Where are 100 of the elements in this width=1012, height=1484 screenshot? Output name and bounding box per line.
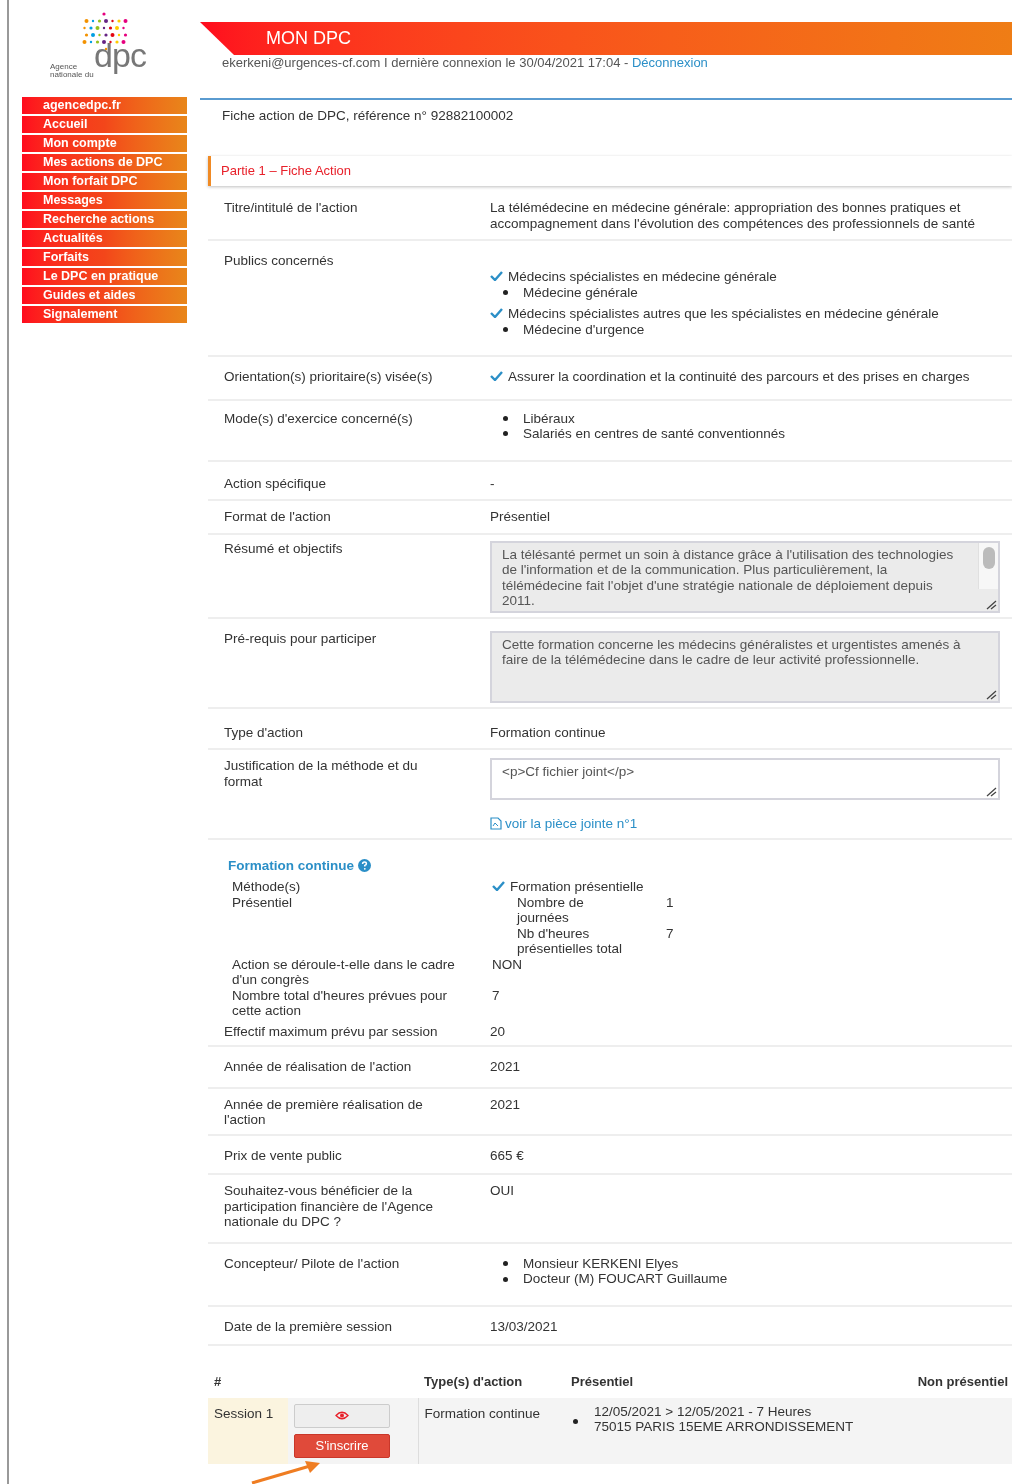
resize-grip-icon[interactable] xyxy=(985,787,997,797)
detail-label: Nombre de journées xyxy=(517,894,585,926)
field-label: Concepteur/ Pilote de l'action xyxy=(224,1255,401,1273)
field-label: Action spécifique xyxy=(224,475,328,491)
table-cell: Session 1 xyxy=(208,1397,288,1464)
table-cell: Formation continue xyxy=(418,1397,561,1464)
session-detail: 75015 PARIS 15EME ARRONDISSEMENT xyxy=(594,1418,854,1434)
field-label: Année de réalisation de l'action xyxy=(224,1059,413,1075)
field-label: Format de l'action xyxy=(224,509,332,525)
field-value: - xyxy=(490,475,496,491)
field-label: Souhaitez-vous bénéficier de la participation financière de l'Agence nationale du DPC ? xyxy=(224,1183,434,1230)
list-item: Libéraux xyxy=(523,410,575,426)
resize-grip-icon[interactable] xyxy=(985,689,997,700)
detail-label: Nb d'heures présentielles total xyxy=(517,925,624,957)
column-header: Présentiel xyxy=(561,1372,902,1398)
bullet-icon xyxy=(503,326,508,332)
field-label: Mode(s) d'exercice concerné(s) xyxy=(224,410,414,428)
field-value: La télémédecine en médecine générale: appropriation des bonnes pratiques et accompagnement dans l'évolution des compétences des professionnels de santé xyxy=(490,200,977,231)
nav-link[interactable]: Guides et aides xyxy=(22,287,187,304)
subsection-title: Formation continue xyxy=(228,857,354,874)
list-item: Médecine d'urgence xyxy=(523,321,645,337)
user-info: ekerkeni@urgences-cf.com I dernière connexion le 30/04/2021 17:04 - xyxy=(222,55,630,70)
nav-link[interactable]: Mes actions de DPC xyxy=(22,154,187,171)
field-label: Publics concernés xyxy=(224,253,335,270)
checked-item: Médecins spécialistes en médecine générale xyxy=(508,269,777,284)
column-header: Type(s) d'action xyxy=(418,1372,561,1398)
field-label: Pré-requis pour participer xyxy=(224,630,378,648)
nav-link[interactable]: agencedpc.fr xyxy=(22,97,187,114)
nav-link[interactable]: Mon compte xyxy=(22,135,187,152)
nav-link[interactable]: Signalement xyxy=(22,306,187,323)
check-icon xyxy=(492,881,505,892)
register-button[interactable]: S'inscrire xyxy=(294,1433,390,1458)
help-icon[interactable] xyxy=(358,859,371,872)
checked-item: Formation présentielle xyxy=(510,879,644,895)
bullet-icon xyxy=(503,289,508,295)
column-header: # xyxy=(208,1372,288,1398)
scrollbar[interactable] xyxy=(978,542,998,589)
detail-value: 7 xyxy=(665,925,674,943)
section-title: Partie 1 – Fiche Action xyxy=(221,162,352,181)
field-value: 20 xyxy=(490,1023,506,1040)
nav-link[interactable]: Accueil xyxy=(22,116,187,133)
field-label: Orientation(s) prioritaire(s) visée(s) xyxy=(224,369,434,386)
session-detail: 12/05/2021 > 12/05/2021 - 7 Heures xyxy=(594,1403,813,1419)
detail-value: 1 xyxy=(665,894,674,912)
field-value: NON xyxy=(492,956,522,974)
attachment-link[interactable]: voir la pièce jointe n°1 xyxy=(490,816,638,832)
field-label: Prix de vente public xyxy=(224,1147,343,1164)
list-item: Docteur (M) FOUCART Guillaume xyxy=(523,1271,728,1287)
logo-text: Agence xyxy=(50,63,78,71)
nav-link[interactable]: Forfaits xyxy=(22,249,187,266)
field-label: Nombre total d'heures prévues pour cette action xyxy=(232,987,448,1019)
field-label: Présentiel xyxy=(232,894,294,911)
field-label: Date de la première session xyxy=(224,1318,394,1335)
bullet-icon xyxy=(503,1276,508,1282)
nav-link[interactable]: Recherche actions xyxy=(22,211,187,228)
field-label: Année de première réalisation de l'action xyxy=(224,1096,424,1128)
field-value: 665 € xyxy=(490,1147,525,1164)
field-label: Justification de la méthode et du format xyxy=(224,758,419,791)
logo-mark: dpc xyxy=(94,38,147,72)
text-area-field[interactable]: Cette formation concerne les médecins généralistes et urgentistes amenés à faire de la télémédecine dans le cadre de leur activité professionnelle. xyxy=(490,630,1000,703)
check-icon xyxy=(490,271,503,281)
resize-grip-icon[interactable] xyxy=(985,599,997,610)
annotation-arrow xyxy=(250,1460,322,1484)
field-value: Présentiel xyxy=(490,509,552,525)
field-label: Type d'action xyxy=(224,724,305,740)
field-label: Effectif maximum prévu par session xyxy=(224,1023,439,1040)
nav-link[interactable]: Actualités xyxy=(22,230,187,247)
nav-link[interactable]: Mon forfait DPC xyxy=(22,173,187,190)
bullet-icon xyxy=(503,415,508,421)
logo-text: nationale du xyxy=(50,71,94,79)
bullet-icon xyxy=(573,1418,578,1424)
nav-link[interactable]: Le DPC en pratique xyxy=(22,268,187,285)
check-icon xyxy=(490,308,503,318)
checked-item: Assurer la coordination et la continuité des parcours et des prises en charges xyxy=(508,369,970,384)
text-area-field[interactable]: <p>Cf fichier joint</p> xyxy=(490,758,1000,800)
checked-item: Médecins spécialistes autres que les spécialistes en médecine générale xyxy=(508,306,939,321)
list-item: Salariés en centres de santé conventionnés xyxy=(523,426,785,442)
header-title: MON DPC xyxy=(266,27,351,50)
field-value: 13/03/2021 xyxy=(490,1318,559,1335)
bullet-icon xyxy=(503,1261,508,1266)
column-header: Non présentiel xyxy=(902,1372,1012,1398)
field-label: Méthode(s) xyxy=(232,879,302,895)
document-icon xyxy=(490,817,502,831)
list-item: Médecine générale xyxy=(523,284,638,300)
field-value: 7 xyxy=(492,987,500,1005)
eye-icon xyxy=(335,1411,349,1421)
field-label: Titre/intitulé de l'action xyxy=(224,200,359,217)
field-label: Résumé et objectifs xyxy=(224,540,344,558)
field-value: Formation continue xyxy=(490,724,607,740)
bullet-icon xyxy=(503,431,508,437)
field-value: 2021 xyxy=(490,1059,522,1075)
text-area-field[interactable]: La télésanté permet un soin à distance grâce à l'utilisation des technologies de l'information et de la communication. Plus particulièrement, la télémédecine fait l'objet d'une stratégie nationale de déploiement depuis 2011. xyxy=(490,540,1000,613)
page-title: Fiche action de DPC, référence n° 92882100002 xyxy=(221,107,515,125)
field-label: Action se déroule-t-elle dans le cadre d'un congrès xyxy=(232,956,456,988)
field-value: OUI xyxy=(490,1183,515,1199)
logout-link[interactable]: Déconnexion xyxy=(631,55,708,70)
check-icon xyxy=(490,371,503,381)
field-value: 2021 xyxy=(490,1096,522,1113)
nav-link[interactable]: Messages xyxy=(22,192,187,209)
list-item: Monsieur KERKENI Elyes xyxy=(523,1255,679,1272)
